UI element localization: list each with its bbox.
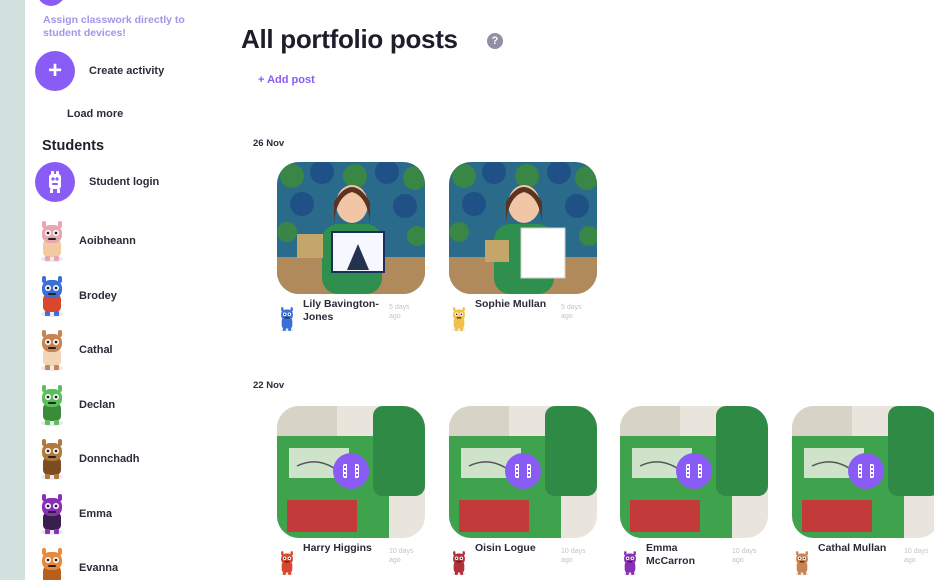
post-photo-thumbnail[interactable] xyxy=(449,162,597,294)
post-video-thumbnail[interactable] xyxy=(620,406,768,538)
post-meta: Cathal Mullan 10 days ago xyxy=(792,542,934,578)
student-avatar xyxy=(37,492,67,536)
post-meta: Sophie Mullan 5 days ago xyxy=(449,298,597,334)
post-video-thumbnail[interactable] xyxy=(449,406,597,538)
plus-icon: + xyxy=(35,51,75,91)
post-meta: Oisin Logue 10 days ago xyxy=(449,542,597,578)
promo-text[interactable]: Assign classwork directly to student dev… xyxy=(43,14,218,40)
load-more-button[interactable]: Load more xyxy=(67,108,123,120)
student-item[interactable]: Donnchadh xyxy=(37,432,140,487)
create-activity-button[interactable]: + Create activity xyxy=(35,51,164,91)
student-name: Emma xyxy=(79,507,113,520)
post-video-thumbnail[interactable] xyxy=(792,406,934,538)
post-author[interactable]: Harry Higgins xyxy=(303,542,381,555)
portfolio-post[interactable]: Oisin Logue 10 days ago xyxy=(449,406,597,578)
student-item[interactable]: Brodey xyxy=(37,269,140,324)
student-name: Declan xyxy=(79,398,116,411)
post-timestamp: 10 days ago xyxy=(732,548,757,564)
post-photo-thumbnail[interactable] xyxy=(277,162,425,294)
author-avatar xyxy=(449,306,471,334)
author-avatar xyxy=(449,550,471,578)
student-item[interactable]: Aoibheann xyxy=(37,214,140,269)
date-label: 22 Nov xyxy=(253,380,285,391)
author-avatar xyxy=(277,306,299,334)
student-name: Brodey xyxy=(79,289,117,302)
student-login-button[interactable]: Student login xyxy=(35,162,159,202)
student-name: Donnchadh xyxy=(79,453,140,466)
student-name: Aoibheann xyxy=(79,235,136,248)
app-frame: Assign classwork directly to student dev… xyxy=(25,0,934,580)
post-timestamp: 5 days ago xyxy=(561,304,582,320)
student-avatar xyxy=(37,219,67,263)
student-name: Evanna xyxy=(79,562,119,575)
student-list: Aoibheann Brodey Cathal Declan Donnchadh… xyxy=(37,214,140,580)
post-video-thumbnail[interactable] xyxy=(277,406,425,538)
post-author[interactable]: Sophie Mullan xyxy=(475,298,553,311)
video-film-icon[interactable] xyxy=(676,453,712,489)
post-timestamp: 10 days ago xyxy=(561,548,586,564)
student-name: Cathal xyxy=(79,344,113,357)
video-film-icon[interactable] xyxy=(505,453,541,489)
video-film-icon[interactable] xyxy=(848,453,884,489)
author-avatar xyxy=(792,550,814,578)
post-meta: Emma McCarron 10 days ago xyxy=(620,542,768,578)
sidebar: Assign classwork directly to student dev… xyxy=(25,0,225,580)
video-film-icon[interactable] xyxy=(333,453,369,489)
student-avatar xyxy=(37,546,67,580)
post-timestamp: 10 days ago xyxy=(389,548,414,564)
post-author[interactable]: Cathal Mullan xyxy=(818,542,896,555)
page-title: All portfolio posts xyxy=(241,24,458,54)
post-timestamp: 10 days ago xyxy=(904,548,929,564)
portfolio-post[interactable]: Harry Higgins 10 days ago xyxy=(277,406,425,578)
portfolio-post[interactable]: Lily Bavington-Jones 5 days ago xyxy=(277,162,425,334)
help-icon[interactable]: ? xyxy=(487,33,503,49)
post-timestamp: 5 days ago xyxy=(389,304,410,320)
promo-icon xyxy=(37,0,65,6)
date-label: 26 Nov xyxy=(253,138,285,149)
portfolio-post[interactable]: Emma McCarron 10 days ago xyxy=(620,406,768,578)
post-meta: Lily Bavington-Jones 5 days ago xyxy=(277,298,425,334)
author-avatar xyxy=(277,550,299,578)
student-login-label: Student login xyxy=(89,176,160,188)
portfolio-post[interactable]: Cathal Mullan 10 days ago xyxy=(792,406,934,578)
author-avatar xyxy=(620,550,642,578)
portfolio-post[interactable]: Sophie Mullan 5 days ago xyxy=(449,162,597,334)
student-item[interactable]: Evanna xyxy=(37,541,140,580)
student-item[interactable]: Cathal xyxy=(37,323,140,378)
student-avatar xyxy=(37,383,67,427)
create-activity-label: Create activity xyxy=(89,65,165,77)
post-author[interactable]: Oisin Logue xyxy=(475,542,553,555)
post-author[interactable]: Emma McCarron xyxy=(646,542,724,568)
student-avatar xyxy=(37,437,67,481)
add-post-button[interactable]: + Add post xyxy=(258,74,315,86)
student-avatar xyxy=(37,328,67,372)
student-avatar xyxy=(37,274,67,318)
students-heading: Students xyxy=(42,138,105,154)
student-item[interactable]: Declan xyxy=(37,378,140,433)
student-login-icon xyxy=(35,162,75,202)
post-meta: Harry Higgins 10 days ago xyxy=(277,542,425,578)
student-item[interactable]: Emma xyxy=(37,487,140,542)
main-content: All portfolio posts ? + Add post 26 Nov … xyxy=(225,0,934,580)
post-author[interactable]: Lily Bavington-Jones xyxy=(303,298,381,324)
